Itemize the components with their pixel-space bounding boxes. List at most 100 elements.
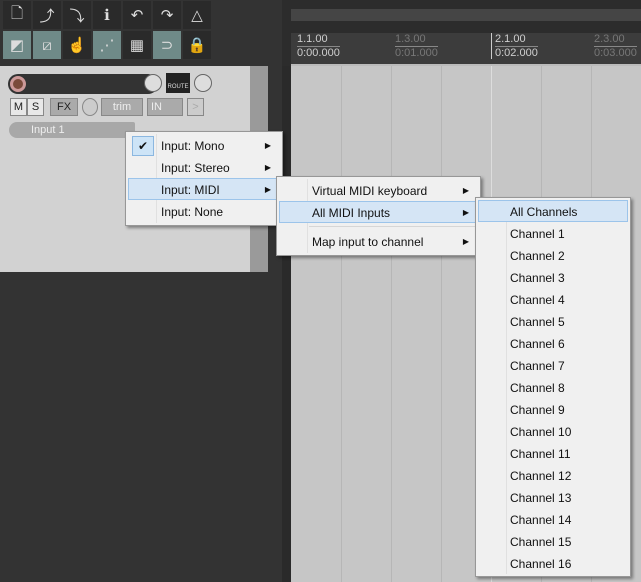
menu-item-label: Input: None — [161, 205, 224, 219]
menu-item-channel-3[interactable]: Channel 3 — [478, 266, 628, 288]
ripple-edit-icon[interactable]: ⧄ — [33, 31, 61, 59]
grid-icon[interactable]: ▦ — [123, 31, 151, 59]
menu-item-label: Channel 6 — [510, 337, 565, 351]
time-label: 0:00.000 — [297, 47, 340, 59]
submenu-arrow-icon: ▶ — [462, 208, 469, 217]
menu-item-channel-6[interactable]: Channel 6 — [478, 332, 628, 354]
menu-item-channel-10[interactable]: Channel 10 — [478, 420, 628, 442]
menu-item-channel-8[interactable]: Channel 8 — [478, 376, 628, 398]
menu-item-channel-2[interactable]: Channel 2 — [478, 244, 628, 266]
bar-label: 2.3.00 — [594, 33, 637, 47]
ruler-mark: 1.3.00 0:01.000 — [392, 33, 438, 59]
submenu-arrow-icon: ▶ — [462, 186, 469, 195]
menu-item-channel-7[interactable]: Channel 7 — [478, 354, 628, 376]
menu-item-input-mono[interactable]: ✔ Input: Mono ▶ — [128, 134, 280, 156]
menu-item-label: Channel 4 — [510, 293, 565, 307]
undo-icon[interactable]: ↶ — [123, 1, 151, 29]
menu-item-channel-12[interactable]: Channel 12 — [478, 464, 628, 486]
open-project-icon[interactable]: ⤴ — [33, 1, 61, 29]
project-info-icon[interactable]: ℹ — [93, 1, 121, 29]
bar-label: 1.1.00 — [297, 33, 340, 47]
mute-button[interactable]: M — [10, 98, 27, 116]
envelope-points-icon[interactable]: ⋰ — [93, 31, 121, 59]
menu-item-channel-15[interactable]: Channel 15 — [478, 530, 628, 552]
trim-envelope-button[interactable]: trim — [101, 98, 143, 116]
menu-item-label: Channel 15 — [510, 535, 572, 549]
fx-button[interactable]: FX — [50, 98, 78, 116]
menu-separator — [309, 226, 476, 227]
menu-item-virtual-midi-keyboard[interactable]: Virtual MIDI keyboard ▶ — [279, 179, 478, 201]
lock-icon[interactable]: 🔒 — [183, 31, 211, 59]
save-project-icon[interactable]: ⤵ — [63, 1, 91, 29]
input-menu: ✔ Input: Mono ▶ Input: Stereo ▶ Input: MIDI ▶ I… — [125, 131, 283, 226]
pan-knob[interactable] — [194, 74, 212, 92]
check-icon: ✔ — [132, 136, 154, 156]
menu-item-label: Channel 7 — [510, 359, 565, 373]
route-button[interactable]: ROUTE — [166, 73, 190, 93]
menu-item-channel-11[interactable]: Channel 11 — [478, 442, 628, 464]
menu-item-input-midi[interactable]: Input: MIDI ▶ — [128, 178, 280, 200]
volume-knob[interactable] — [144, 74, 162, 92]
midi-submenu: Virtual MIDI keyboard ▶ All MIDI Inputs ▶ Ma… — [276, 176, 481, 256]
submenu-arrow-icon: ▶ — [264, 185, 271, 194]
menu-item-input-stereo[interactable]: Input: Stereo ▶ — [128, 156, 280, 178]
submenu-arrow-icon: ▶ — [462, 237, 469, 246]
menu-item-map-input-to-channel[interactable]: Map input to channel ▶ — [279, 230, 478, 252]
snap-icon[interactable]: ⊃ — [153, 31, 181, 59]
menu-item-label: Channel 3 — [510, 271, 565, 285]
submenu-arrow-icon: ▶ — [264, 163, 271, 172]
track-name-field[interactable] — [8, 74, 158, 94]
menu-item-label: All Channels — [510, 205, 578, 219]
input-selector[interactable]: Input 1 — [9, 122, 135, 138]
menu-item-label: Channel 12 — [510, 469, 572, 483]
menu-item-label: Input: Stereo — [161, 161, 230, 175]
menu-item-label: Channel 5 — [510, 315, 565, 329]
time-label: 0:01.000 — [395, 47, 438, 59]
ruler-mark: 2.3.00 0:03.000 — [591, 33, 637, 59]
redo-icon[interactable]: ↷ — [153, 1, 181, 29]
bar-label: 2.1.00 — [495, 33, 538, 47]
menu-item-label: Channel 10 — [510, 425, 572, 439]
menu-item-label: Channel 13 — [510, 491, 572, 505]
menu-item-label: Channel 11 — [510, 447, 571, 461]
auto-crossfade-icon[interactable]: ◩ — [3, 31, 31, 59]
menu-item-all-midi-inputs[interactable]: All MIDI Inputs ▶ — [279, 201, 478, 223]
submenu-arrow-icon: ▶ — [264, 141, 271, 150]
time-label: 0:03.000 — [594, 47, 637, 59]
menu-item-label: Channel 1 — [510, 227, 565, 241]
menu-item-channel-14[interactable]: Channel 14 — [478, 508, 628, 530]
menu-item-channel-5[interactable]: Channel 5 — [478, 310, 628, 332]
phase-button[interactable] — [82, 98, 98, 116]
grouping-icon[interactable]: ☝ — [63, 31, 91, 59]
menu-item-channel-13[interactable]: Channel 13 — [478, 486, 628, 508]
menu-item-channel-1[interactable]: Channel 1 — [478, 222, 628, 244]
menu-item-label: Input: MIDI — [161, 183, 220, 197]
new-project-icon[interactable]: 🗋 — [3, 1, 31, 29]
menu-item-label: Channel 16 — [510, 557, 572, 571]
time-label: 0:02.000 — [495, 47, 538, 59]
solo-button[interactable]: S — [27, 98, 44, 116]
record-arm-button[interactable] — [10, 76, 26, 92]
horizontal-scrollbar[interactable] — [291, 9, 641, 21]
menu-item-channel-4[interactable]: Channel 4 — [478, 288, 628, 310]
menu-item-channel-16[interactable]: Channel 16 — [478, 552, 628, 574]
menu-item-label: All MIDI Inputs — [312, 206, 391, 220]
menu-item-label: Input: Mono — [161, 139, 225, 153]
timeline-ruler[interactable]: 1.1.00 0:00.000 1.3.00 0:01.000 2.1.00 0:02… — [291, 33, 641, 66]
midi-channel-submenu: All Channels Channel 1 Channel 2 Channel 3 C… — [475, 197, 631, 577]
menu-item-label: Virtual MIDI keyboard — [312, 184, 428, 198]
menu-item-all-channels[interactable]: All Channels — [478, 200, 628, 222]
divider — [282, 66, 291, 582]
input-monitor-button[interactable]: IN — [147, 98, 183, 116]
io-arrow-button[interactable]: > — [187, 98, 204, 116]
metronome-icon[interactable]: △ — [183, 1, 211, 29]
menu-item-channel-9[interactable]: Channel 9 — [478, 398, 628, 420]
menu-item-label: Channel 9 — [510, 403, 565, 417]
bar-label: 1.3.00 — [395, 33, 438, 47]
ruler-mark: 1.1.00 0:00.000 — [294, 33, 340, 59]
input-label: Input 1 — [31, 124, 65, 136]
menu-item-label: Channel 2 — [510, 249, 565, 263]
ruler-mark: 2.1.00 0:02.000 — [491, 33, 538, 59]
menu-item-label: Map input to channel — [312, 235, 424, 249]
menu-item-input-none[interactable]: Input: None — [128, 200, 280, 222]
